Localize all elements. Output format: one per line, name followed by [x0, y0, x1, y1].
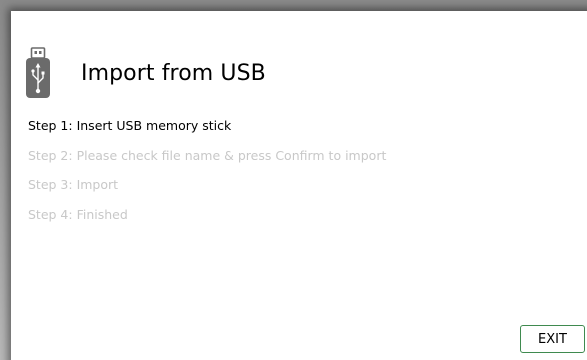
- window-frame: Import from USB Step 1: Insert USB memor…: [0, 0, 587, 360]
- step-3: Step 3: Import: [28, 177, 119, 192]
- usb-drive-icon: [26, 47, 50, 98]
- step-list: Step 1: Insert USB memory stick Step 2: …: [28, 119, 386, 237]
- page-title: Import from USB: [81, 60, 266, 86]
- dialog-header: Import from USB: [25, 47, 266, 99]
- exit-button[interactable]: EXIT: [520, 325, 585, 353]
- step-1: Step 1: Insert USB memory stick: [28, 118, 232, 133]
- import-dialog: Import from USB Step 1: Insert USB memor…: [11, 11, 587, 360]
- step-4: Step 4: Finished: [28, 206, 128, 222]
- step-2: Step 2: Please check file name & press C…: [28, 147, 387, 163]
